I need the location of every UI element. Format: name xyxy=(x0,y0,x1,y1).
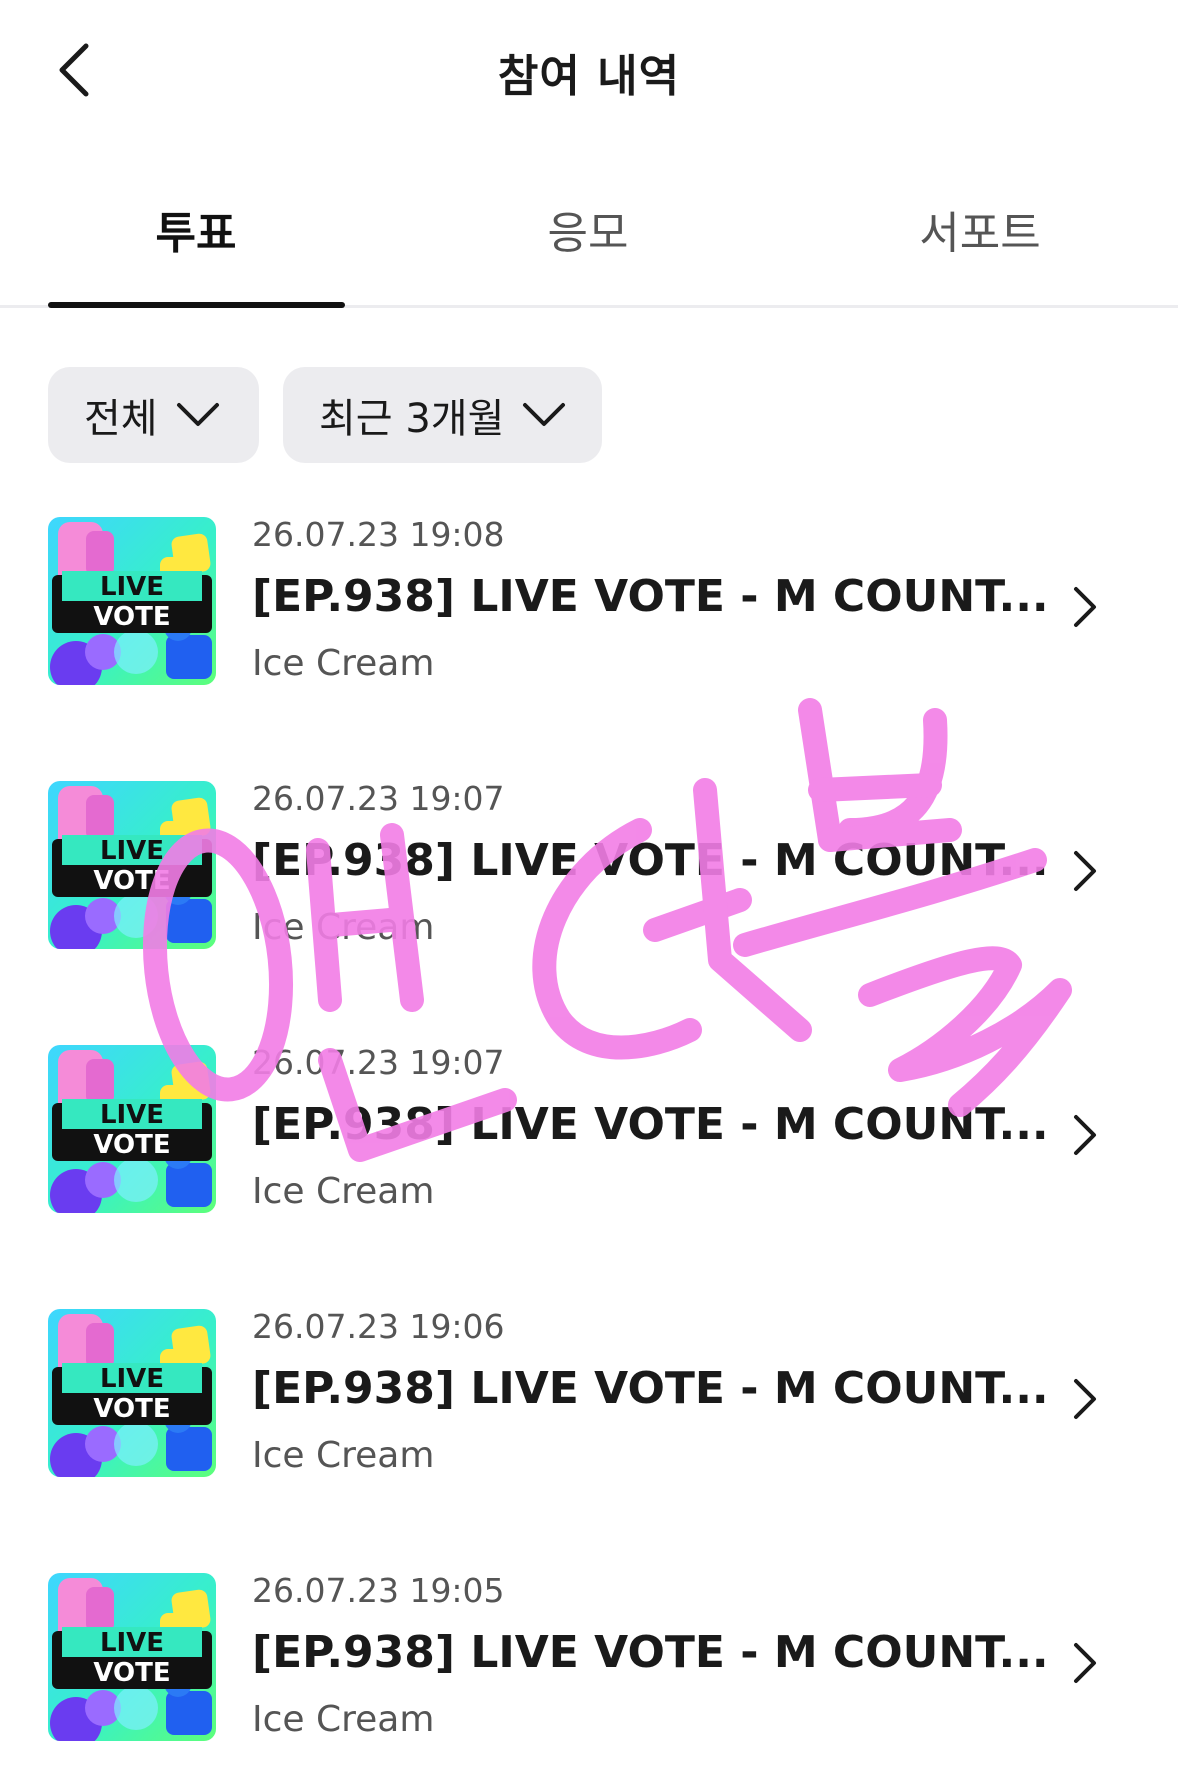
item-date: 26.07.23 19:05 xyxy=(252,1571,505,1610)
thumb-text-live: LIVE xyxy=(100,1100,164,1130)
item-subtitle: Ice Cream xyxy=(252,1171,435,1212)
thumb-text-vote: VOTE xyxy=(93,1130,170,1160)
thumb-text-live: LIVE xyxy=(100,836,164,866)
period-filter-label: 최근 3개월 xyxy=(319,396,505,442)
header: 참여 내역 xyxy=(0,0,1178,140)
thumb-text-vote: VOTE xyxy=(93,866,170,896)
active-tab-indicator xyxy=(48,302,345,308)
chevron-down-icon xyxy=(176,403,219,426)
tab-vote[interactable]: 투표 xyxy=(46,197,346,261)
tab-bar: 투표 응모 서포트 xyxy=(0,175,1178,308)
item-date: 26.07.23 19:07 xyxy=(252,779,505,818)
thumb-text-live: LIVE xyxy=(100,572,164,602)
period-filter-dropdown[interactable]: 최근 3개월 xyxy=(283,367,602,463)
category-filter-dropdown[interactable]: 전체 xyxy=(48,367,259,463)
thumb-text-live: LIVE xyxy=(100,1364,164,1394)
item-subtitle: Ice Cream xyxy=(252,1699,435,1740)
thumb-text-vote: VOTE xyxy=(93,1658,170,1688)
list-item[interactable]: LIVE VOTE 26.07.23 19:07 [EP.938] LIVE V… xyxy=(0,779,1178,949)
item-subtitle: Ice Cream xyxy=(252,907,435,948)
live-vote-thumbnail: LIVE VOTE xyxy=(48,1309,216,1477)
item-title: [EP.938] LIVE VOTE - M COUNT... xyxy=(252,571,1049,622)
chevron-right-icon xyxy=(1074,851,1096,891)
item-title: [EP.938] LIVE VOTE - M COUNT... xyxy=(252,835,1049,886)
thumb-text-vote: VOTE xyxy=(93,1394,170,1424)
list-item[interactable]: LIVE VOTE 26.07.23 19:06 [EP.938] LIVE V… xyxy=(0,1307,1178,1477)
list-item[interactable]: LIVE VOTE 26.07.23 19:07 [EP.938] LIVE V… xyxy=(0,1043,1178,1213)
chevron-right-icon xyxy=(1074,1379,1096,1419)
thumb-text-vote: VOTE xyxy=(93,602,170,632)
thumb-text-live: LIVE xyxy=(100,1628,164,1658)
list-item[interactable]: LIVE VOTE 26.07.23 19:05 [EP.938] LIVE V… xyxy=(0,1571,1178,1741)
item-title: [EP.938] LIVE VOTE - M COUNT... xyxy=(252,1363,1049,1414)
live-vote-thumbnail: LIVE VOTE xyxy=(48,517,216,685)
live-vote-thumbnail: LIVE VOTE xyxy=(48,781,216,949)
live-vote-thumbnail: LIVE VOTE xyxy=(48,1573,216,1741)
page-title: 참여 내역 xyxy=(497,51,681,102)
live-vote-thumbnail: LIVE VOTE xyxy=(48,1045,216,1213)
chevron-right-icon xyxy=(1074,1643,1096,1683)
item-title: [EP.938] LIVE VOTE - M COUNT... xyxy=(252,1627,1049,1678)
item-date: 26.07.23 19:08 xyxy=(252,515,505,554)
tab-entry[interactable]: 응모 xyxy=(438,197,738,261)
item-subtitle: Ice Cream xyxy=(252,1435,435,1476)
chevron-down-icon xyxy=(523,403,566,426)
item-date: 26.07.23 19:07 xyxy=(252,1043,505,1082)
item-subtitle: Ice Cream xyxy=(252,643,435,684)
chevron-right-icon xyxy=(1074,1115,1096,1155)
category-filter-label: 전체 xyxy=(84,396,158,442)
chevron-right-icon xyxy=(1074,587,1096,627)
item-date: 26.07.23 19:06 xyxy=(252,1307,505,1346)
item-title: [EP.938] LIVE VOTE - M COUNT... xyxy=(252,1099,1049,1150)
list-item[interactable]: LIVE VOTE 26.07.23 19:08 [EP.938] LIVE V… xyxy=(0,515,1178,685)
tab-support[interactable]: 서포트 xyxy=(830,197,1130,261)
